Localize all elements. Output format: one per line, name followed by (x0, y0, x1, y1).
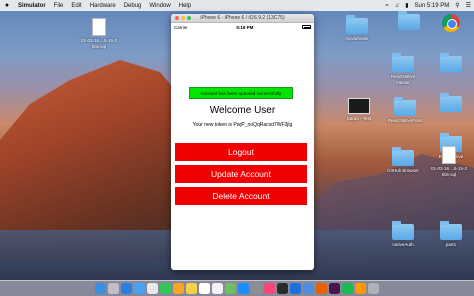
simulator-title: iPhone 6 - iPhone 6 / iOS 9.2 (13C75) (200, 15, 285, 21)
folder-icon (392, 53, 414, 72)
menu-debug[interactable]: Debug (120, 3, 146, 9)
image-thumbnail-icon (348, 98, 370, 114)
desktop-folder-label: part1 (445, 242, 457, 247)
desktop-folder-label: GitHub Browser (387, 168, 419, 173)
menu-app-name[interactable]: Simulator (14, 3, 50, 9)
slack-icon[interactable] (329, 283, 340, 294)
document-icon (92, 18, 106, 36)
desktop-file-sql-2[interactable]: 01-03-16 ...6-15-2 title.sql (426, 146, 472, 177)
finder-icon[interactable] (95, 283, 106, 294)
ios-status-bar: Carrier 5:19 PM (171, 23, 314, 31)
reminders-icon[interactable] (212, 283, 223, 294)
chrome-icon (442, 14, 460, 32)
desktop-folder-reactnativepass[interactable]: ReactNativePass (382, 97, 428, 124)
desktop-file-label: 01-03-16 ...5-16-2 (80, 38, 118, 43)
photos-icon[interactable] (173, 283, 184, 294)
token-text: Your new token is PwjP_noQqRacxd7WF3jlg (192, 122, 293, 128)
menu-bar: ● Simulator File Edit Hardware Debug Win… (0, 0, 474, 11)
desktop-file-label: 01-03-16 ...6-15-2 (430, 166, 468, 171)
xcode-icon[interactable] (290, 283, 301, 294)
wifi-icon[interactable]: ≈ (382, 3, 391, 9)
menu-hardware[interactable]: Hardware (86, 3, 120, 9)
spotify-icon[interactable] (342, 283, 353, 294)
logout-button[interactable]: Logout (175, 143, 307, 161)
battery-status-icon[interactable]: ▮ (402, 2, 411, 9)
messages-icon[interactable] (160, 283, 171, 294)
carrier-label: Carrier (174, 24, 188, 30)
desktop-folder-reactnative-master[interactable]: ReactNative master (380, 53, 426, 85)
folder-icon (398, 11, 420, 30)
itunes-icon[interactable] (264, 283, 275, 294)
desktop-folder-2[interactable] (386, 11, 432, 32)
app-store-icon[interactable] (238, 283, 249, 294)
folder-icon (392, 221, 414, 240)
spotlight-icon[interactable]: ⚲ (452, 2, 462, 9)
maps-icon[interactable] (225, 283, 236, 294)
desktop-image-sarah-test[interactable]: Sarah - Test (336, 98, 382, 122)
system-prefs-icon[interactable] (251, 283, 262, 294)
chrome-icon[interactable] (147, 283, 158, 294)
menu-edit[interactable]: Edit (67, 3, 85, 9)
desktop-folder-moviefinder[interactable]: moviefinder (334, 15, 380, 42)
notes-icon[interactable] (186, 283, 197, 294)
folder-icon (346, 15, 368, 34)
simulator-window: iPhone 6 - iPhone 6 / iOS 9.2 (13C75) Ca… (171, 14, 314, 270)
launchpad-icon[interactable] (108, 283, 119, 294)
menu-window[interactable]: Window (145, 3, 174, 9)
desktop-chrome[interactable] (428, 14, 474, 34)
folder-icon (394, 97, 416, 116)
desktop-image-label: Sarah - Test (346, 116, 372, 121)
menu-file[interactable]: File (50, 3, 68, 9)
ios-time: 5:19 PM (236, 24, 254, 30)
desktop-file-sql-1[interactable]: 01-03-16 ...5-16-2 title.sql (76, 18, 122, 49)
terminal-icon[interactable] (277, 283, 288, 294)
dock (0, 280, 474, 296)
folder-icon (392, 147, 414, 166)
desktop-folder-nativeauth[interactable]: nativeAuth (380, 221, 426, 248)
desktop-folder-sublabel: master (396, 79, 410, 85)
update-account-button[interactable]: Update Account (175, 165, 307, 183)
folder-icon (440, 53, 462, 72)
apple-menu-icon[interactable]: ● (0, 2, 14, 9)
safari-icon[interactable] (121, 283, 132, 294)
battery-icon (302, 25, 311, 29)
delete-account-button[interactable]: Delete Account (175, 187, 307, 205)
success-toast: Account has been updated successfully (189, 87, 293, 99)
simulator-titlebar[interactable]: iPhone 6 - iPhone 6 / iOS 9.2 (13C75) (171, 14, 314, 23)
volume-icon[interactable]: ♫ (392, 3, 403, 9)
calendar-icon[interactable] (199, 283, 210, 294)
desktop-folder-part1[interactable]: part1 (428, 221, 474, 248)
desktop-folder-label: moviefinder (345, 36, 369, 41)
simulator-icon[interactable] (303, 283, 314, 294)
trash-icon[interactable] (368, 283, 379, 294)
firefox-icon[interactable] (316, 283, 327, 294)
sublime-icon[interactable] (355, 283, 366, 294)
desktop-folder-4[interactable] (428, 93, 474, 114)
folder-icon (440, 221, 462, 240)
desktop-file-sublabel: title.sql (91, 43, 106, 49)
desktop-folder-label: nativeAuth (392, 242, 414, 247)
desktop-folder-3[interactable] (428, 53, 474, 74)
desktop-folder-github-browser[interactable]: GitHub Browser (380, 147, 426, 174)
notification-center-icon[interactable]: ☰ (463, 2, 474, 9)
desktop-folder-label: ReactNativePass (387, 118, 423, 123)
menu-help[interactable]: Help (175, 3, 195, 9)
welcome-heading: Welcome User (209, 105, 276, 116)
desktop-file-sublabel: title.sql (441, 171, 456, 177)
folder-icon (440, 93, 462, 112)
mail-icon[interactable] (134, 283, 145, 294)
menu-clock[interactable]: Sun 5:19 PM (412, 3, 453, 9)
document-icon (442, 146, 456, 164)
